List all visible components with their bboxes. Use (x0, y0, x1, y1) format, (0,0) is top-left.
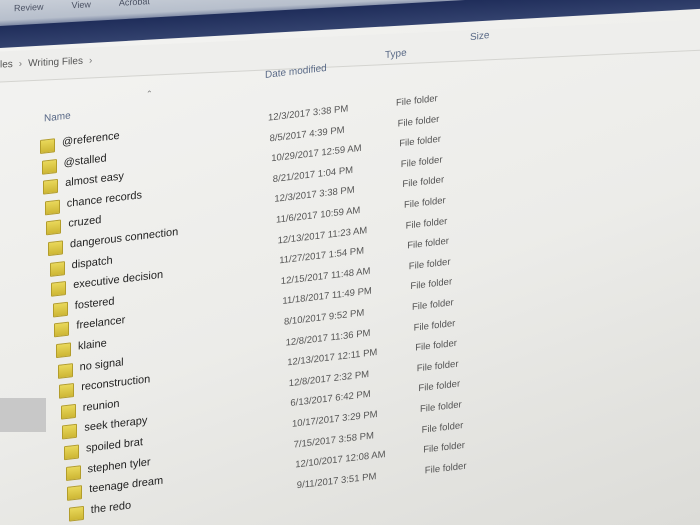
breadcrumb-current[interactable]: Writing Files (28, 56, 83, 69)
ribbon-tabs: Review View Acrobat (0, 0, 164, 14)
tab-acrobat[interactable]: Acrobat (105, 0, 164, 9)
folder-icon (40, 138, 55, 154)
file-type: File folder (420, 399, 462, 416)
file-type: File folder (396, 92, 438, 109)
file-name: fostered (74, 295, 115, 312)
file-name: dispatch (71, 254, 113, 271)
file-type: File folder (412, 297, 454, 313)
file-type: File folder (404, 195, 446, 211)
folder-icon (68, 505, 84, 522)
folder-icon (57, 362, 73, 379)
folder-icon (43, 179, 59, 195)
folder-icon (44, 199, 60, 216)
column-header-size[interactable]: Size (470, 30, 489, 43)
column-header-name[interactable]: Name (44, 110, 71, 124)
breadcrumb: les › Writing Files › (0, 55, 92, 70)
folder-icon (56, 342, 71, 359)
file-type: File folder (397, 113, 440, 130)
file-name: cruzed (68, 214, 102, 231)
file-type: File folder (424, 460, 467, 477)
file-type: File folder (413, 317, 456, 334)
file-type: File folder (415, 337, 457, 354)
file-type: File folder (407, 235, 449, 252)
column-header-date[interactable]: Date modified (265, 63, 327, 81)
file-type: File folder (400, 154, 443, 171)
file-list: ⌃ Name Date modified Type Size @referenc… (40, 6, 680, 522)
file-name: reunion (82, 397, 120, 414)
file-type: File folder (410, 276, 453, 293)
folder-icon (59, 383, 75, 399)
folder-icon (54, 321, 70, 338)
tab-view[interactable]: View (58, 0, 105, 11)
folder-icon (62, 424, 78, 440)
sort-up-icon: ⌃ (146, 88, 153, 99)
breadcrumb-parent[interactable]: les (0, 59, 13, 71)
column-header-type[interactable]: Type (385, 48, 407, 62)
chevron-right-icon[interactable]: › (19, 59, 22, 70)
file-type: File folder (421, 419, 464, 436)
file-type: File folder (402, 174, 445, 191)
file-name: @stalled (63, 151, 107, 169)
tab-review[interactable]: Review (0, 1, 58, 14)
file-type: File folder (416, 358, 459, 375)
folder-icon (65, 464, 81, 481)
folder-icon (67, 485, 83, 502)
file-type: File folder (408, 256, 451, 273)
file-type: File folder (423, 440, 465, 456)
folder-icon (51, 281, 67, 297)
file-name: no signal (79, 355, 124, 374)
file-date-modified: 12/3/2017 3:38 PM (268, 103, 349, 124)
file-name: @reference (62, 129, 120, 149)
chevron-right-icon[interactable]: › (89, 55, 92, 66)
folder-icon (46, 219, 62, 236)
folder-icon (49, 260, 65, 277)
file-type: File folder (418, 378, 461, 395)
folder-icon (41, 158, 57, 175)
folder-icon (52, 301, 68, 318)
file-explorer-window: Review View Acrobat les › Writing Files … (0, 0, 700, 525)
file-type: File folder (399, 133, 441, 150)
file-type: File folder (405, 215, 448, 232)
folder-icon (48, 240, 63, 257)
file-name: klaine (78, 337, 107, 353)
file-name: the redo (90, 499, 132, 516)
folder-icon (64, 444, 79, 461)
folder-icon (60, 403, 76, 420)
